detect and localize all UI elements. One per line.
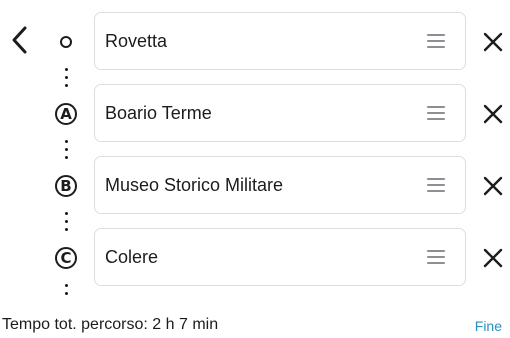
close-icon	[483, 176, 503, 196]
drag-handle-icon[interactable]	[427, 106, 445, 120]
stop-row-c: C Colere	[0, 228, 510, 288]
drag-handle-icon[interactable]	[427, 34, 445, 48]
remove-stop-button[interactable]	[480, 101, 506, 127]
drag-handle-icon[interactable]	[427, 178, 445, 192]
marker-letter: B	[55, 175, 77, 197]
stop-field-c[interactable]: Colere	[94, 228, 466, 286]
close-icon	[483, 32, 503, 52]
done-button[interactable]: Fine	[475, 318, 502, 334]
stop-field-a[interactable]: Boario Terme	[94, 84, 466, 142]
marker-letter: C	[55, 247, 77, 269]
waypoint-marker-icon: C	[53, 245, 79, 271]
stop-row-a: A Boario Terme	[0, 84, 510, 144]
stop-field-b[interactable]: Museo Storico Militare	[94, 156, 466, 214]
marker-letter: A	[55, 103, 77, 125]
stop-name: Boario Terme	[105, 102, 212, 123]
origin-marker-icon	[53, 29, 79, 55]
drag-handle-icon[interactable]	[427, 250, 445, 264]
close-icon	[483, 104, 503, 124]
stop-row-b: B Museo Storico Militare	[0, 156, 510, 216]
stop-name: Colere	[105, 246, 159, 267]
waypoint-marker-icon: B	[53, 173, 79, 199]
remove-stop-button[interactable]	[480, 173, 506, 199]
stop-row-origin: Rovetta	[0, 12, 510, 72]
remove-stop-button[interactable]	[480, 245, 506, 271]
stop-name: Rovetta	[105, 30, 168, 51]
total-route-time: Tempo tot. percorso: 2 h 7 min	[2, 316, 219, 333]
close-icon	[483, 248, 503, 268]
stop-field-origin[interactable]: Rovetta	[94, 12, 466, 70]
remove-stop-button[interactable]	[480, 29, 506, 55]
waypoint-marker-icon: A	[53, 101, 79, 127]
stop-name: Museo Storico Militare	[105, 174, 284, 195]
route-connector	[64, 284, 68, 300]
